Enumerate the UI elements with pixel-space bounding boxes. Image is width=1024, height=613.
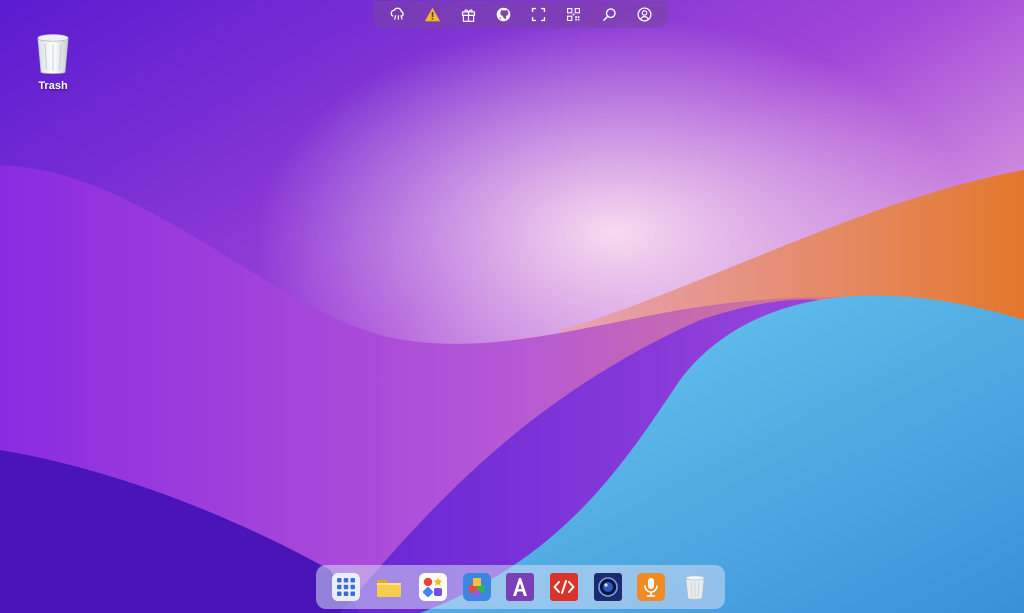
- code-editor-icon[interactable]: [549, 572, 579, 602]
- account-icon[interactable]: [634, 5, 654, 25]
- gift-icon[interactable]: [458, 5, 478, 25]
- desktop[interactable]: Trash: [0, 0, 1024, 613]
- font-app-icon[interactable]: [505, 572, 535, 602]
- app-store-icon[interactable]: [418, 572, 448, 602]
- desktop-icon-label: Trash: [38, 80, 68, 92]
- qr-code-icon[interactable]: [564, 5, 584, 25]
- trash-icon[interactable]: [680, 572, 710, 602]
- camera-app-icon[interactable]: [593, 572, 623, 602]
- blocks-app-icon[interactable]: [462, 572, 492, 602]
- launchpad-icon[interactable]: [331, 572, 361, 602]
- cloud-icon[interactable]: [388, 5, 408, 25]
- warning-icon[interactable]: [423, 5, 443, 25]
- folder-icon[interactable]: [374, 572, 404, 602]
- trash-icon: [33, 30, 73, 78]
- search-icon[interactable]: [599, 5, 619, 25]
- wallpaper: [0, 0, 1024, 613]
- dock: [316, 565, 725, 609]
- desktop-icon-trash[interactable]: Trash: [24, 30, 82, 92]
- fullscreen-icon[interactable]: [529, 5, 549, 25]
- voice-memo-icon[interactable]: [636, 572, 666, 602]
- github-icon[interactable]: [493, 5, 513, 25]
- top-status-bar: [374, 1, 668, 28]
